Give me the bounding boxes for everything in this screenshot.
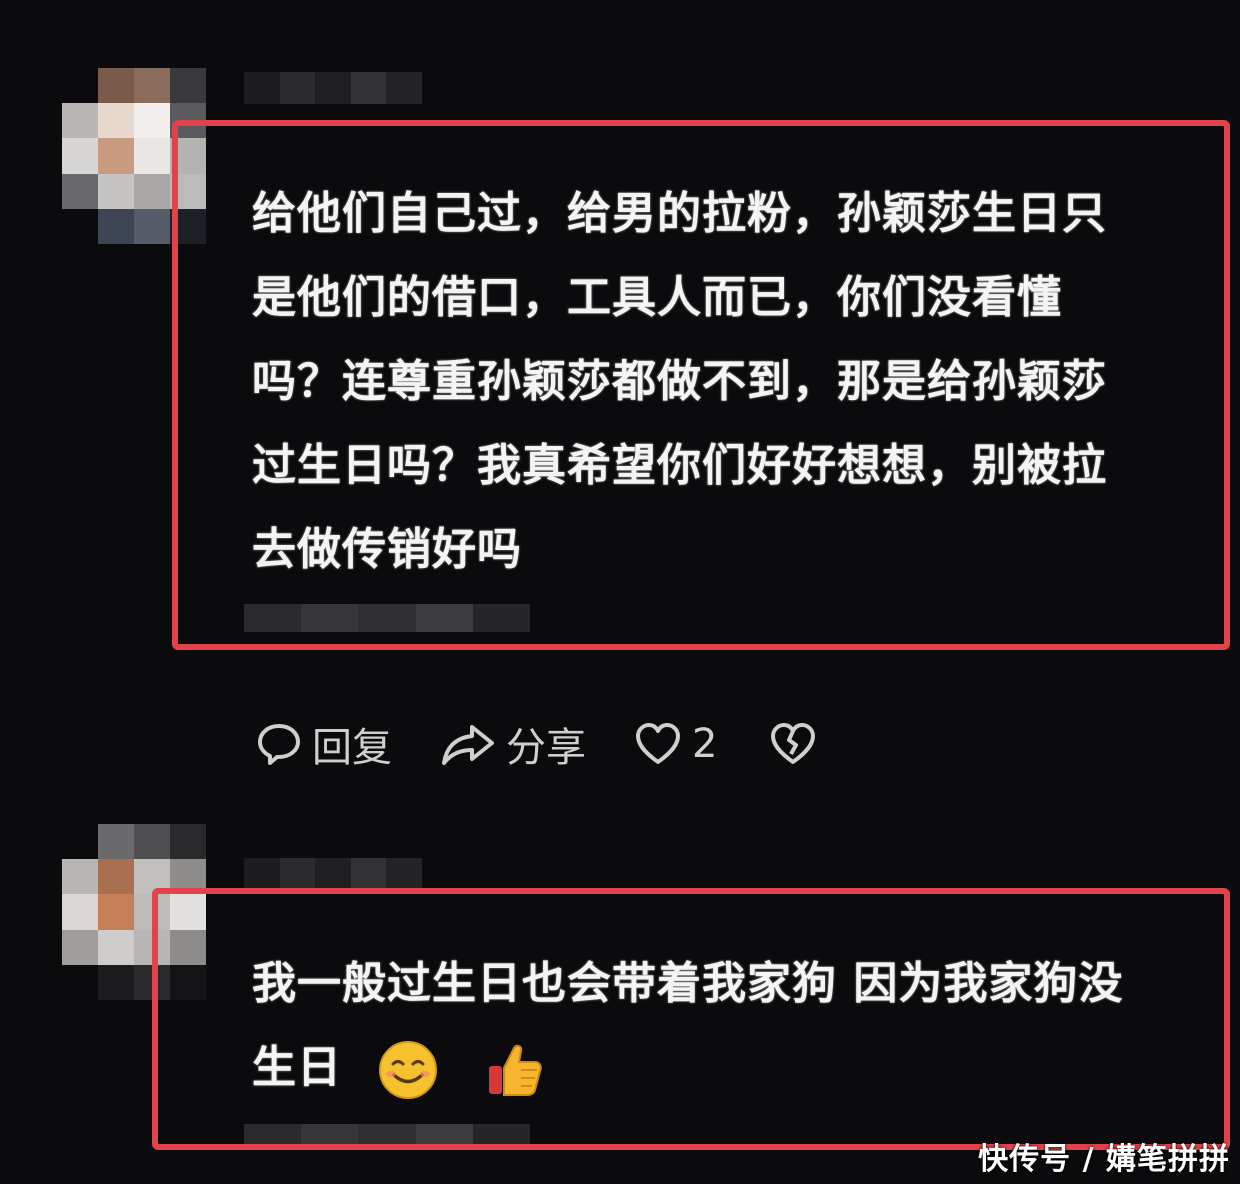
share-button[interactable]: 分享: [440, 715, 586, 773]
reply-button[interactable]: 回复: [256, 715, 392, 773]
comment-line: 给他们自己过，给男的拉粉，孙颖莎生日只: [252, 188, 1107, 239]
comment-line: 我一般过生日也会带着我家狗 因为我家狗没: [252, 958, 1124, 1009]
speech-bubble-icon: [258, 724, 300, 765]
comment-line: 吗？连尊重孙颖莎都做不到，那是给孙颖莎: [252, 356, 1107, 407]
comment-line: 是他们的借口，工具人而已，你们没看懂: [252, 272, 1062, 323]
watermark: 快传号 / 媾笔拼拼: [978, 1142, 1230, 1177]
username-blurred[interactable]: [244, 858, 422, 890]
reply-label: 回复: [312, 725, 392, 771]
comment-text: 给他们自己过，给男的拉粉，孙颖莎生日只 是他们的借口，工具人而已，你们没看懂 吗…: [252, 172, 1212, 592]
comment-action-bar: 回复 分享 2: [256, 712, 875, 776]
dislike-button[interactable]: [769, 721, 827, 767]
share-arrow-icon: [442, 725, 494, 765]
heart-icon: [636, 723, 680, 764]
comment-line-with-emoji: 生日: [252, 1026, 1222, 1110]
like-count: 2: [692, 721, 718, 767]
comment-line: 去做传销好吗: [252, 524, 522, 575]
comment-line: 生日: [252, 1042, 342, 1093]
comment-meta-blurred: [244, 604, 531, 632]
thumbs-up-emoji: [488, 1044, 542, 1096]
username-blurred[interactable]: [244, 72, 422, 104]
smiling-face-emoji: [379, 1041, 438, 1099]
comment-meta-blurred: [244, 1124, 531, 1144]
share-label: 分享: [506, 725, 586, 771]
like-button[interactable]: 2: [634, 721, 717, 767]
comment-text: 我一般过生日也会带着我家狗 因为我家狗没 生日: [252, 942, 1222, 1110]
comment-line: 过生日吗？我真希望你们好好想想，别被拉: [252, 440, 1107, 491]
broken-heart-icon: [771, 723, 816, 764]
